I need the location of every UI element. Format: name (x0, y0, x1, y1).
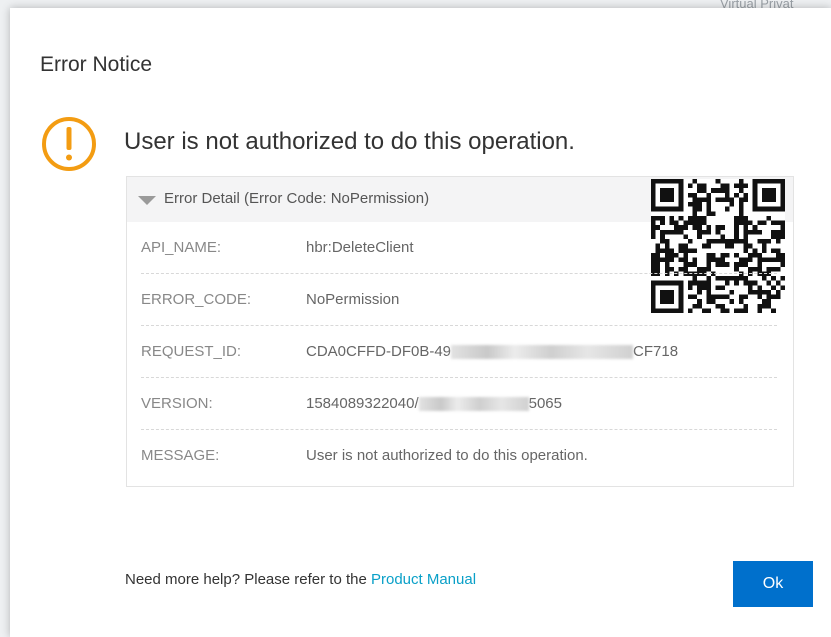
value-suffix: 5065 (528, 395, 562, 412)
value-suffix: CF718 (633, 343, 679, 360)
detail-value: CDA0CFFD-DF0B-49 CF718 (306, 343, 678, 360)
detail-row-version: VERSION: 1584089322040/5065 (141, 378, 777, 430)
ok-button[interactable]: Ok (733, 561, 813, 607)
detail-value: User is not authorized to do this operat… (306, 447, 588, 464)
warning-icon (42, 117, 96, 171)
detail-value: 1584089322040/5065 (306, 395, 562, 412)
detail-key: MESSAGE: (141, 447, 220, 464)
product-manual-link[interactable]: Product Manual (371, 571, 476, 588)
error-dialog: Error Notice User is not authorized to d… (10, 8, 831, 637)
detail-key: REQUEST_ID: (141, 343, 242, 360)
caret-down-icon (138, 196, 156, 205)
error-message: User is not authorized to do this operat… (124, 128, 575, 155)
error-detail-title: Error Detail (Error Code: NoPermission) (164, 190, 430, 207)
detail-key: VERSION: (141, 395, 213, 412)
help-text: Need more help? Please refer to the Prod… (125, 571, 476, 588)
detail-value: NoPermission (306, 291, 400, 308)
detail-row-api-name: API_NAME: hbr:DeleteClient (141, 222, 777, 274)
detail-value: hbr:DeleteClient (306, 239, 414, 256)
dialog-title: Error Notice (40, 53, 153, 76)
redacted-segment (451, 345, 634, 360)
value-prefix: CDA0CFFD-DF0B-49 (306, 343, 452, 360)
redacted-segment (418, 397, 529, 412)
detail-key: API_NAME: (141, 239, 222, 256)
detail-key: ERROR_CODE: (141, 291, 252, 308)
detail-row-error-code: ERROR_CODE: NoPermission (141, 274, 777, 326)
detail-row-message: MESSAGE: User is not authorized to do th… (141, 430, 777, 482)
error-detail-panel: Error Detail (Error Code: NoPermission) … (126, 176, 794, 487)
value-prefix: 1584089322040/ (306, 395, 419, 412)
detail-row-request-id: REQUEST_ID: CDA0CFFD-DF0B-49 CF718 (141, 326, 777, 378)
help-text-label: Need more help? Please refer to the (125, 571, 371, 588)
